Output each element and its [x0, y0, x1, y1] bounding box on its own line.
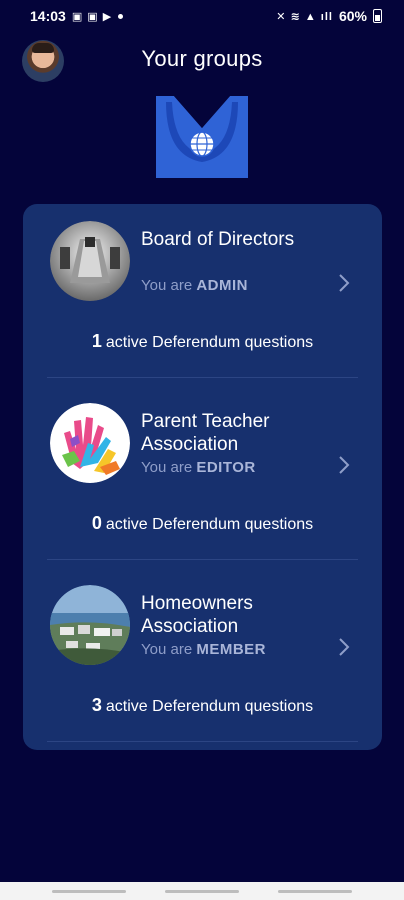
group-item-parent-teacher-association[interactable]: Parent Teacher Association You are EDITO… — [23, 386, 382, 564]
groups-card: Board of Directors You are ADMIN 1 active… — [23, 204, 382, 750]
role-value: EDITOR — [196, 459, 256, 476]
battery-percent: 60% — [338, 8, 367, 24]
role-value: ADMIN — [196, 277, 249, 294]
role-prefix: You are — [141, 277, 193, 294]
notification-icons: ▣ ▣ ▶ — [71, 10, 113, 23]
recent-apps-button[interactable] — [52, 890, 126, 893]
back-button[interactable] — [278, 890, 352, 893]
status-left: 14:03 ▣ ▣ ▶ — [30, 8, 124, 24]
group-role: You are ADMIN — [141, 277, 248, 294]
home-button[interactable] — [165, 890, 239, 893]
page-title: Your groups — [141, 46, 263, 71]
role-prefix: You are — [141, 641, 193, 658]
group-name: Homeowners Association — [141, 593, 253, 637]
chevron-right-icon[interactable] — [336, 636, 352, 658]
group-name: Parent Teacher Association — [141, 411, 270, 455]
active-text: active Deferendum questions — [105, 698, 314, 715]
coastal-town-photo — [50, 585, 130, 665]
group-role: You are MEMBER — [141, 641, 266, 658]
colorful-hands-photo — [50, 403, 130, 483]
deferendum-logo — [156, 96, 248, 178]
chevron-right-icon[interactable] — [336, 454, 352, 476]
active-text: active Deferendum questions — [105, 516, 314, 533]
status-right: ✕ ≋ ▲ ıll 60% — [276, 8, 382, 24]
chevron-right-icon[interactable] — [336, 272, 352, 294]
divider — [47, 559, 358, 560]
group-name: Board of Directors — [141, 229, 295, 250]
battery-icon — [373, 9, 382, 23]
status-time: 14:03 — [30, 8, 66, 24]
system-nav-bar — [0, 882, 404, 900]
signal-icons: ✕ ≋ ▲ ıll — [276, 10, 333, 23]
active-count: 3 — [91, 695, 102, 715]
divider — [47, 741, 358, 742]
active-text: active Deferendum questions — [105, 334, 314, 351]
role-value: MEMBER — [196, 641, 267, 658]
active-questions-line: 3 active Deferendum questions — [23, 695, 382, 716]
role-prefix: You are — [141, 459, 193, 476]
status-bar: 14:03 ▣ ▣ ▶ ✕ ≋ ▲ ıll 60% — [0, 0, 404, 32]
active-questions-line: 0 active Deferendum questions — [23, 513, 382, 534]
boardroom-photo — [50, 221, 130, 301]
active-count: 0 — [91, 513, 102, 533]
group-item-board-of-directors[interactable]: Board of Directors You are ADMIN 1 active… — [23, 204, 382, 382]
divider — [47, 377, 358, 378]
active-questions-line: 1 active Deferendum questions — [23, 331, 382, 352]
active-count: 1 — [91, 331, 102, 351]
more-notifications-icon — [118, 13, 124, 19]
group-item-homeowners-association[interactable]: Homeowners Association You are MEMBER 3a… — [23, 568, 382, 746]
group-role: You are EDITOR — [141, 459, 256, 476]
